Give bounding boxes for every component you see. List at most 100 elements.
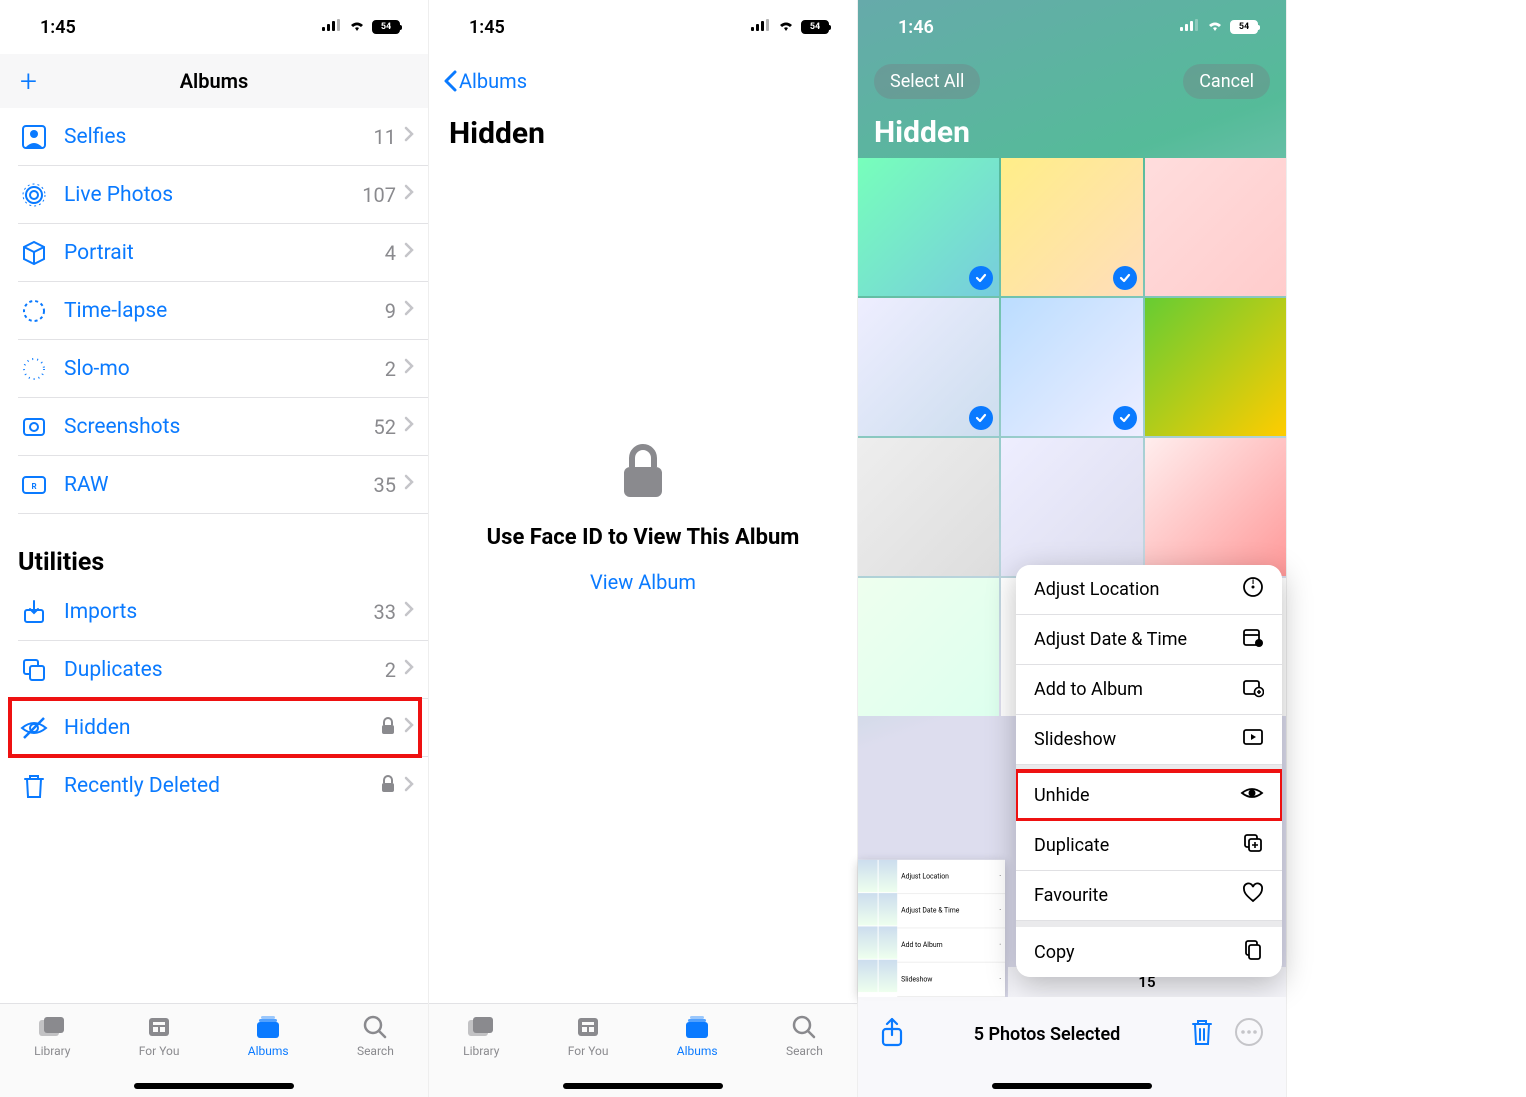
album-row-slomo[interactable]: Slo-mo 2 — [18, 340, 428, 398]
album-row-livephotos[interactable]: Live Photos 107 — [18, 166, 428, 224]
status-time: 1:45 — [40, 17, 76, 38]
album-row-screenshots[interactable]: Screenshots 52 — [18, 398, 428, 456]
status-icons: 54 — [1180, 17, 1258, 38]
more-button[interactable] — [1234, 1017, 1264, 1052]
selfies-icon — [18, 121, 50, 153]
row-count: 2 — [385, 357, 396, 381]
menu-addalbum[interactable]: Add to Album — [1016, 665, 1282, 715]
chevron-left-icon — [443, 70, 457, 92]
tab-library[interactable]: Library — [463, 1014, 499, 1097]
selected-checkmark-icon — [969, 406, 993, 430]
home-indicator[interactable] — [134, 1083, 294, 1089]
selection-header: Select All Cancel Hidden — [858, 54, 1286, 150]
album-row-selfies[interactable]: Selfies 11 — [18, 108, 428, 166]
wifi-icon — [777, 17, 795, 38]
tab-label: Library — [34, 1044, 70, 1058]
share-button[interactable] — [880, 1017, 904, 1052]
album-row-recentlydeleted[interactable]: Recently Deleted — [18, 757, 428, 815]
select-all-button[interactable]: Select All — [874, 64, 980, 99]
photo-thumb[interactable] — [858, 578, 999, 716]
album-row-raw[interactable]: R RAW 35 — [18, 456, 428, 514]
trash-button[interactable] — [1190, 1018, 1214, 1051]
photo-thumb[interactable] — [858, 438, 999, 576]
wifi-icon — [1206, 17, 1224, 38]
tab-search[interactable]: Search — [357, 1014, 394, 1097]
photo-thumb[interactable] — [858, 298, 999, 436]
photo-thumb[interactable] — [1145, 298, 1286, 436]
mini-row: Adjust Date & Time· — [897, 894, 1005, 928]
page-title: Hidden — [429, 108, 857, 151]
photo-thumb[interactable] — [1001, 158, 1142, 296]
menu-slideshow[interactable]: Slideshow — [1016, 715, 1282, 765]
tab-label: Albums — [248, 1044, 289, 1058]
battery-icon: 54 — [372, 20, 400, 34]
menu-icon — [1240, 782, 1264, 809]
selected-checkmark-icon — [969, 266, 993, 290]
album-row-timelapse[interactable]: Time-lapse 9 — [18, 282, 428, 340]
home-indicator[interactable] — [563, 1083, 723, 1089]
bottom-toolbar: 5 Photos Selected — [858, 997, 1286, 1097]
row-label: Slo-mo — [64, 357, 385, 381]
battery-icon: 54 — [1230, 20, 1258, 34]
menu-icon — [1242, 726, 1264, 753]
album-row-imports[interactable]: Imports 33 — [18, 583, 428, 641]
tab-label: For You — [139, 1044, 180, 1058]
screenshots-icon — [18, 411, 50, 443]
chevron-right-icon — [404, 242, 414, 263]
tab-label: Search — [786, 1044, 823, 1058]
nav-bar: + Albums — [0, 54, 428, 108]
photo-thumb[interactable] — [1001, 298, 1142, 436]
photo-thumb[interactable] — [1145, 158, 1286, 296]
menu-label: Unhide — [1034, 785, 1090, 806]
tab-icon — [789, 1014, 819, 1040]
photo-thumb[interactable] — [1001, 438, 1142, 576]
tab-icon — [37, 1014, 67, 1040]
menu-unhide[interactable]: Unhide — [1016, 771, 1282, 821]
selected-checkmark-icon — [1113, 266, 1137, 290]
view-album-link[interactable]: View Album — [590, 570, 696, 594]
menu-adjloc[interactable]: Adjust Location i — [1016, 565, 1282, 615]
tab-library[interactable]: Library — [34, 1014, 70, 1097]
status-icons: 54 — [322, 17, 400, 38]
menu-adjdt[interactable]: Adjust Date & Time — [1016, 615, 1282, 665]
chevron-right-icon — [404, 474, 414, 495]
back-button[interactable]: Albums — [443, 69, 527, 93]
photo-thumb[interactable] — [858, 158, 999, 296]
album-row-hidden[interactable]: Hidden — [18, 699, 428, 757]
tab-label: Albums — [677, 1044, 718, 1058]
mini-row: Slideshow· — [897, 963, 1005, 997]
menu-icon — [1242, 626, 1264, 653]
menu-copy[interactable]: Copy — [1016, 927, 1282, 977]
status-time: 1:46 — [898, 17, 934, 38]
faceid-message: Use Face ID to View This Album — [487, 525, 800, 550]
row-label: Hidden — [64, 716, 380, 740]
home-indicator[interactable] — [992, 1083, 1152, 1089]
row-count: 35 — [374, 473, 396, 497]
menu-label: Adjust Date & Time — [1034, 629, 1187, 650]
chevron-right-icon — [404, 126, 414, 147]
row-count: 4 — [385, 241, 396, 265]
section-utilities: Utilities — [18, 548, 428, 577]
status-time: 1:45 — [469, 17, 505, 38]
menu-favourite[interactable]: Favourite — [1016, 871, 1282, 921]
album-row-duplicates[interactable]: Duplicates 2 — [18, 641, 428, 699]
status-bar: 1:46 54 — [858, 0, 1286, 54]
cellular-icon — [751, 17, 771, 38]
selection-count: 5 Photos Selected — [974, 1024, 1121, 1045]
portrait-icon — [18, 237, 50, 269]
photo-thumb[interactable] — [1145, 438, 1286, 576]
tab-icon — [682, 1014, 712, 1040]
chevron-right-icon — [404, 300, 414, 321]
tab-search[interactable]: Search — [786, 1014, 823, 1097]
selected-checkmark-icon — [1113, 406, 1137, 430]
imports-icon — [18, 596, 50, 628]
cancel-button[interactable]: Cancel — [1183, 64, 1270, 99]
albums-list[interactable]: Selfies 11 Live Photos 107 Portrait 4 Ti… — [0, 108, 428, 1003]
album-row-portrait[interactable]: Portrait 4 — [18, 224, 428, 282]
row-label: Time-lapse — [64, 299, 385, 323]
menu-duplicate[interactable]: Duplicate — [1016, 821, 1282, 871]
duplicates-icon — [18, 654, 50, 686]
slomo-icon — [18, 353, 50, 385]
tab-icon — [144, 1014, 174, 1040]
svg-text:i: i — [1252, 577, 1254, 586]
